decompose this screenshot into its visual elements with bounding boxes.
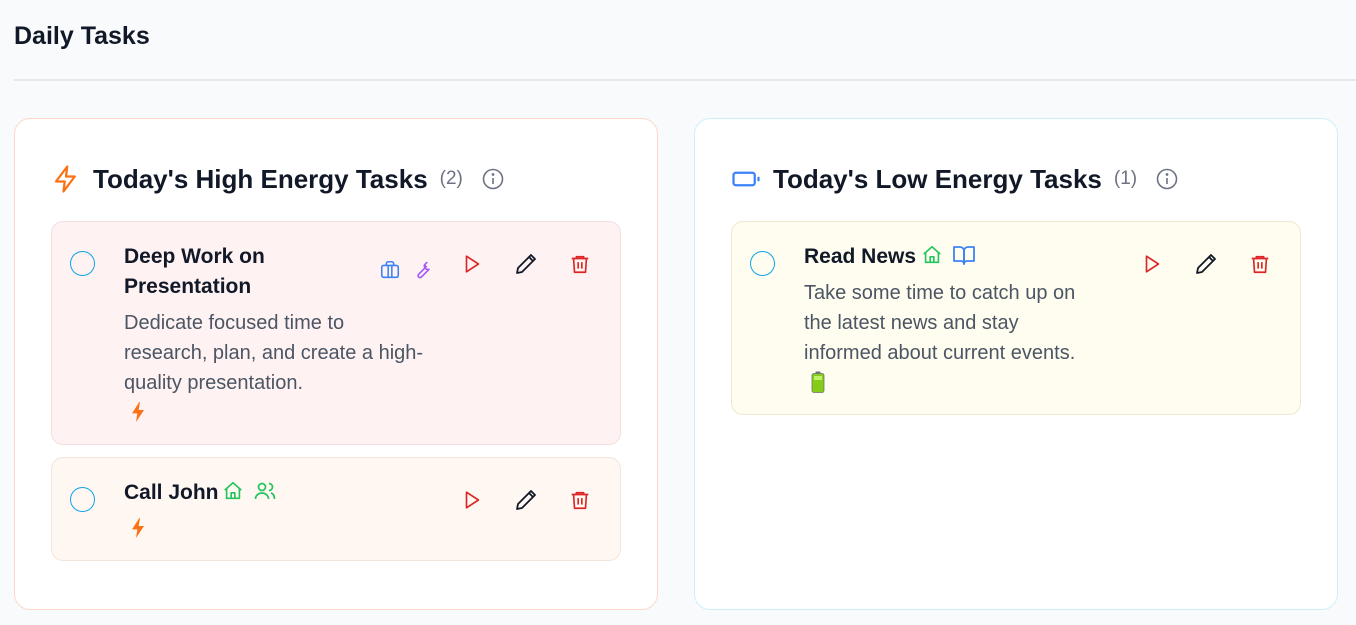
task-description: Take some time to catch up on the latest…	[804, 278, 1075, 368]
book-icon	[952, 243, 976, 267]
lightning-icon	[128, 400, 148, 424]
battery-icon	[731, 164, 761, 194]
users-icon	[253, 479, 277, 503]
home-icon	[221, 479, 245, 503]
home-icon	[920, 243, 944, 267]
edit-task-button[interactable]	[1194, 252, 1218, 276]
task-tags	[378, 258, 434, 282]
task-title-line: Presentation	[124, 275, 252, 298]
low-energy-count: (1)	[1113, 168, 1138, 189]
delete-task-button[interactable]	[568, 488, 592, 512]
task-description-line: Dedicate focused time to	[124, 312, 345, 334]
task-card[interactable]: Read News Take some time to catch up on …	[731, 221, 1301, 415]
info-icon[interactable]	[1155, 167, 1179, 191]
task-description-line: research, plan, and create a high-	[124, 342, 424, 364]
high-energy-count: (2)	[439, 168, 463, 189]
task-title: Call John	[124, 481, 219, 504]
task-description: Dedicate focused time to research, plan,…	[124, 308, 423, 398]
task-description-line: the latest news and stay	[804, 312, 1019, 334]
delete-task-button[interactable]	[1248, 252, 1272, 276]
task-tags	[920, 243, 976, 267]
task-actions	[460, 252, 592, 276]
high-energy-title: Today's High Energy Tasks	[93, 163, 428, 194]
low-energy-panel: Today's Low Energy Tasks (1) Read News T…	[694, 118, 1338, 610]
low-energy-header: Today's Low Energy Tasks (1)	[731, 161, 1179, 197]
high-energy-header: Today's High Energy Tasks (2)	[51, 161, 505, 197]
task-tags	[221, 479, 277, 503]
edit-task-button[interactable]	[514, 488, 538, 512]
edit-task-button[interactable]	[514, 252, 538, 276]
task-card[interactable]: Deep Work on Presentation Dedicate focus…	[51, 221, 621, 445]
task-title: Deep Work on Presentation	[124, 242, 265, 302]
lightning-icon	[51, 164, 81, 194]
task-description-line: informed about current events.	[804, 342, 1076, 364]
high-energy-panel: Today's High Energy Tasks (2) Deep Work …	[14, 118, 658, 610]
low-energy-title: Today's Low Energy Tasks	[773, 163, 1102, 194]
task-complete-checkbox[interactable]	[70, 487, 95, 512]
wrench-icon	[410, 258, 434, 282]
task-card[interactable]: Call John	[51, 457, 621, 561]
task-title: Read News	[804, 245, 917, 268]
task-complete-checkbox[interactable]	[750, 251, 775, 276]
delete-task-button[interactable]	[568, 252, 592, 276]
task-complete-checkbox[interactable]	[70, 251, 95, 276]
info-icon[interactable]	[481, 167, 505, 191]
start-task-button[interactable]	[460, 488, 484, 512]
task-title-line: Deep Work on	[124, 245, 265, 268]
task-actions	[1140, 252, 1272, 276]
task-actions	[460, 488, 592, 512]
task-description-line: quality presentation.	[124, 372, 304, 394]
briefcase-icon	[378, 258, 402, 282]
battery-full-icon	[808, 370, 828, 394]
page-header: Daily Tasks	[14, 0, 1356, 81]
page-title: Daily Tasks	[14, 22, 150, 50]
start-task-button[interactable]	[1140, 252, 1164, 276]
task-description-line: Take some time to catch up on	[804, 282, 1076, 304]
lightning-icon	[128, 516, 148, 540]
start-task-button[interactable]	[460, 252, 484, 276]
